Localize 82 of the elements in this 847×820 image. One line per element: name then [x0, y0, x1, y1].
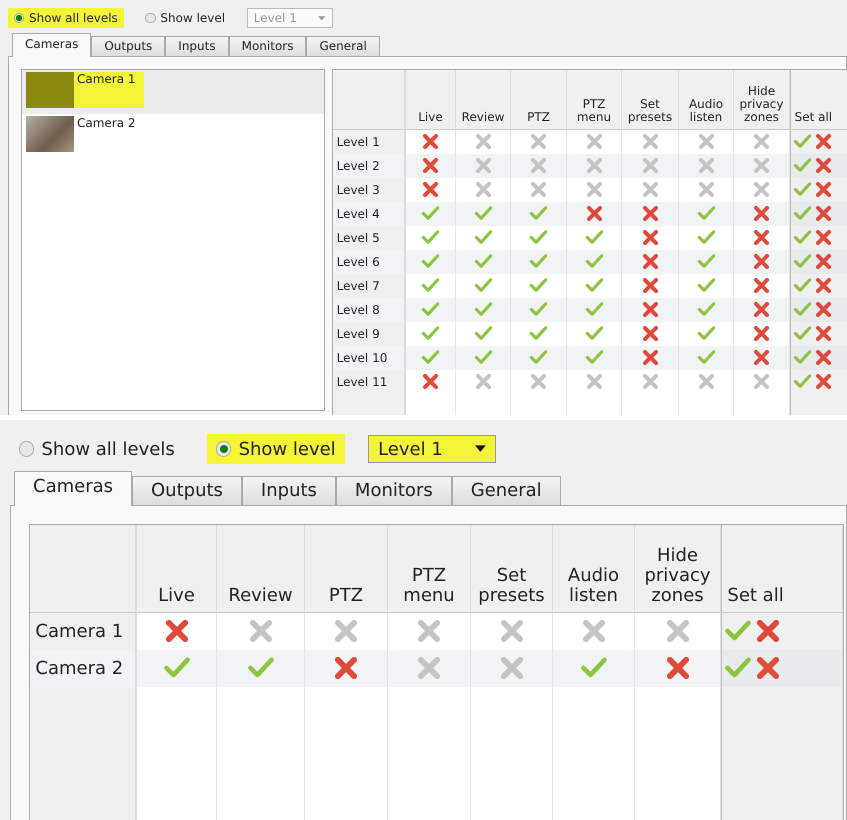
cross-icon[interactable]: [421, 372, 440, 392]
row-label: Level 5: [336, 230, 380, 245]
column-header: Review: [228, 586, 293, 606]
cross-icon[interactable]: [814, 180, 833, 200]
cross-icon[interactable]: [814, 300, 833, 320]
column-header: Audio listen: [568, 566, 620, 606]
row-label: Camera 1: [35, 620, 124, 642]
photo-placeholder: [26, 72, 74, 108]
cross-icon[interactable]: [640, 300, 660, 320]
radio-option[interactable]: Show level: [207, 434, 345, 464]
camera-list-item[interactable]: Camera 2: [22, 114, 324, 158]
row-label: Level 10: [336, 350, 388, 365]
column-header: Audio listen: [688, 98, 724, 124]
radio-option[interactable]: Show all levels: [8, 8, 124, 28]
cross-icon[interactable]: [814, 252, 833, 272]
column-header: Set all: [727, 586, 784, 606]
cross-icon[interactable]: [421, 132, 440, 152]
column-header: Live: [418, 111, 443, 124]
row-label: Level 6: [336, 254, 380, 269]
tab[interactable]: Monitors: [336, 476, 452, 505]
column-header: Review: [462, 111, 504, 124]
row-label: Level 4: [336, 206, 380, 221]
column-header: PTZ menu: [576, 98, 612, 124]
row-label: Level 3: [336, 182, 380, 197]
column-header: PTZ: [527, 111, 550, 124]
column-header: PTZ menu: [403, 566, 455, 606]
photo-placeholder: [26, 116, 74, 152]
cross-icon[interactable]: [814, 204, 833, 224]
camera-list-item[interactable]: Camera 1: [22, 70, 324, 114]
column-header: Hide privacy zones: [644, 546, 711, 606]
column-header: Hide privacy zones: [739, 84, 784, 124]
cross-icon[interactable]: [752, 228, 771, 248]
column-header: Set presets: [628, 98, 672, 124]
tab[interactable]: Cameras: [14, 471, 132, 506]
row-label: Level 1: [336, 134, 380, 149]
column-header: Set presets: [478, 566, 545, 606]
tab[interactable]: Outputs: [132, 476, 242, 505]
cross-icon[interactable]: [752, 300, 771, 320]
cross-icon[interactable]: [814, 156, 833, 176]
tab[interactable]: General: [306, 36, 380, 56]
cross-icon[interactable]: [421, 180, 440, 200]
tab[interactable]: Cameras: [12, 32, 92, 57]
tab[interactable]: Outputs: [91, 36, 166, 56]
cross-icon[interactable]: [752, 324, 771, 344]
cross-icon[interactable]: [640, 276, 660, 296]
column-header: Set all: [794, 111, 832, 124]
caret-icon: [475, 445, 486, 453]
row-label: Level 7: [336, 278, 380, 293]
cross-icon[interactable]: [640, 324, 660, 344]
column-header: Live: [158, 586, 195, 606]
tab[interactable]: Inputs: [242, 476, 336, 505]
cross-icon[interactable]: [752, 204, 771, 224]
cross-icon[interactable]: [752, 348, 771, 368]
tab[interactable]: Inputs: [165, 36, 229, 56]
cross-icon[interactable]: [640, 252, 660, 272]
level-dropdown[interactable]: Level 1: [368, 434, 496, 464]
row-label: Level 11: [336, 374, 388, 389]
row-label: Camera 2: [35, 658, 124, 679]
row-label: Level 9: [336, 326, 380, 341]
column-header: PTZ: [328, 586, 364, 606]
cross-icon[interactable]: [752, 252, 771, 272]
cross-icon[interactable]: [421, 156, 440, 176]
row-label: Level 8: [336, 302, 380, 317]
cross-icon[interactable]: [814, 324, 833, 344]
cross-icon[interactable]: [640, 348, 660, 368]
cross-icon[interactable]: [814, 348, 833, 368]
cross-icon[interactable]: [814, 372, 833, 392]
cross-icon[interactable]: [814, 228, 833, 248]
row-label: Level 2: [336, 158, 380, 173]
cross-icon[interactable]: [814, 132, 833, 152]
cross-icon[interactable]: [640, 204, 660, 224]
cross-icon[interactable]: [584, 204, 604, 224]
radio-option[interactable]: Show all levels: [10, 434, 184, 464]
cross-icon[interactable]: [814, 276, 833, 296]
camera-name: Camera 2: [77, 116, 136, 130]
tab[interactable]: Monitors: [228, 36, 306, 56]
radio-option[interactable]: Show level: [139, 8, 232, 28]
camera-name: Camera 1: [77, 72, 136, 86]
tab[interactable]: General: [452, 476, 561, 505]
cross-icon[interactable]: [752, 276, 771, 296]
cross-icon[interactable]: [640, 228, 660, 248]
caret-icon: [318, 16, 326, 20]
